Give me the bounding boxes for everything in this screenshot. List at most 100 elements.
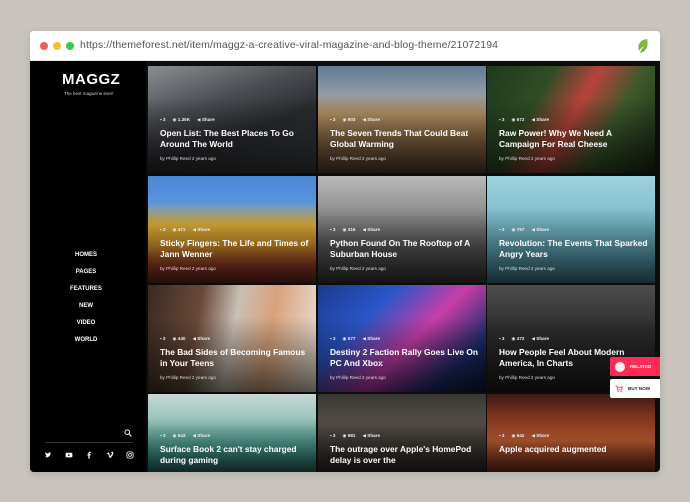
- facebook-icon[interactable]: [85, 451, 93, 459]
- share-link[interactable]: ◀ Share: [362, 336, 380, 342]
- site-logo[interactable]: MAGGZ: [62, 71, 120, 88]
- view-count: ◉ 1.35K: [172, 117, 191, 122]
- nav-item-world[interactable]: WORLD: [30, 332, 142, 349]
- post-byline: by Phillip Reed 2 years ago: [330, 375, 386, 380]
- view-count: ◉ 440: [172, 336, 186, 341]
- sidebar: MAGGZ The best magazine ever! HOMES PAGE…: [30, 61, 146, 472]
- post-card[interactable]: ▪ 3 ◉ 577 ◀ Share Destiny 2 Faction Rally G…: [318, 285, 486, 392]
- post-card[interactable]: ▪ 3 ◉ 672 ◀ Share Raw Power! Why We Need A …: [487, 66, 655, 173]
- post-meta: ▪ 3 ◉ 672 ◀ Share: [499, 117, 549, 123]
- comment-count: ▪ 3: [330, 433, 336, 438]
- comment-count: ▪ 3: [499, 433, 505, 438]
- post-meta: ▪ 3 ◉ 440 ◀ Share: [160, 336, 210, 342]
- twitter-icon[interactable]: [44, 451, 52, 459]
- post-card[interactable]: ▪ 3 ◉ 642 ◀ Share Apple acquired augmented: [487, 394, 655, 472]
- sidebar-divider: [45, 442, 133, 443]
- view-count: ◉ 543: [172, 433, 186, 438]
- comment-count: ▪ 3: [160, 336, 166, 341]
- website-page: MAGGZ The best magazine ever! HOMES PAGE…: [30, 61, 660, 472]
- maximize-window-button[interactable]: [66, 42, 74, 50]
- share-link[interactable]: ◀ Share: [531, 433, 549, 439]
- post-card[interactable]: ▪ 3 ◉ 903 ◀ Share The Seven Trends That Cou…: [318, 66, 486, 173]
- search-icon[interactable]: [124, 429, 132, 437]
- vimeo-icon[interactable]: [106, 451, 114, 459]
- view-count: ◉ 416: [342, 227, 356, 232]
- post-card[interactable]: ▪ 3 ◉ 543 ◀ Share Surface Book 2 can't stay…: [148, 394, 316, 472]
- post-meta: ▪ 3 ◉ 416 ◀ Share: [330, 227, 380, 233]
- share-link[interactable]: ◀ Share: [192, 433, 210, 439]
- post-card[interactable]: ▪ 3 ◉ 471 ◀ Share Sticky Fingers: The Life …: [148, 176, 316, 283]
- youtube-icon[interactable]: [65, 451, 73, 459]
- buy-now-button[interactable]: BUY NOW: [610, 379, 660, 398]
- comment-count: ▪ 3: [330, 227, 336, 232]
- share-link[interactable]: ◀ Share: [192, 336, 210, 342]
- post-title[interactable]: Destiny 2 Faction Rally Goes Live On PC …: [330, 347, 480, 369]
- post-byline: by Phillip Reed 2 years ago: [330, 266, 386, 271]
- post-meta: ▪ 3 ◉ 577 ◀ Share: [330, 336, 380, 342]
- post-meta: ▪ 3 ◉ 1.35K ◀ Share: [160, 117, 215, 123]
- post-title[interactable]: The Seven Trends That Could Beat Global …: [330, 128, 480, 150]
- post-byline: by Phillip Reed 2 years ago: [330, 156, 386, 161]
- comment-count: ▪ 3: [499, 336, 505, 341]
- comment-count: ▪ 3: [160, 117, 166, 122]
- browser-window: https://themeforest.net/item/maggz-a-cre…: [30, 31, 660, 472]
- post-card[interactable]: ▪ 3 ◉ 1.35K ◀ Share Open List: The Best Pla…: [148, 66, 316, 173]
- post-meta: ▪ 3 ◉ 903 ◀ Share: [330, 117, 380, 123]
- social-links: [44, 451, 134, 459]
- post-title[interactable]: Open List: The Best Places To Go Around …: [160, 128, 310, 150]
- post-card[interactable]: ▪ 3 ◉ 981 ◀ Share The outrage over Apple's …: [318, 394, 486, 472]
- comment-count: ▪ 3: [160, 227, 166, 232]
- minimize-window-button[interactable]: [53, 42, 61, 50]
- envato-leaf-icon: [638, 39, 648, 53]
- share-link[interactable]: ◀ Share: [197, 117, 215, 123]
- post-title[interactable]: Revolution: The Events That Sparked Angr…: [499, 238, 649, 260]
- share-link[interactable]: ◀ Share: [192, 227, 210, 233]
- comment-count: ▪ 3: [499, 227, 505, 232]
- post-card[interactable]: ▪ 3 ◉ 416 ◀ Share Python Found On The Rooft…: [318, 176, 486, 283]
- post-title[interactable]: The Bad Sides of Becoming Famous in Your…: [160, 347, 310, 369]
- close-window-button[interactable]: [40, 42, 48, 50]
- nav-item-pages[interactable]: PAGES: [30, 264, 142, 281]
- related-icon: [615, 361, 625, 372]
- share-link[interactable]: ◀ Share: [531, 336, 549, 342]
- nav-item-features[interactable]: FEATURES: [30, 281, 142, 298]
- share-link[interactable]: ◀ Share: [362, 433, 380, 439]
- instagram-icon[interactable]: [126, 451, 134, 459]
- comment-count: ▪ 3: [330, 336, 336, 341]
- nav-item-video[interactable]: VIDEO: [30, 315, 142, 332]
- nav-item-homes[interactable]: HOMES: [30, 247, 142, 264]
- post-meta: ▪ 3 ◉ 757 ◀ Share: [499, 227, 549, 233]
- post-title[interactable]: Sticky Fingers: The Life and Times of Ja…: [160, 238, 310, 260]
- post-byline: by Phillip Reed 2 years ago: [499, 375, 555, 380]
- site-tagline: The best magazine ever!: [64, 91, 114, 96]
- post-byline: by Phillip Reed 2 years ago: [160, 266, 216, 271]
- post-meta: ▪ 3 ◉ 981 ◀ Share: [330, 433, 380, 439]
- post-title[interactable]: Apple acquired augmented: [499, 444, 649, 455]
- post-title[interactable]: Surface Book 2 can't stay charged during…: [160, 444, 310, 466]
- view-count: ◉ 981: [342, 433, 356, 438]
- share-link[interactable]: ◀ Share: [531, 117, 549, 123]
- nav-item-new[interactable]: NEW: [30, 298, 142, 315]
- post-meta: ▪ 3 ◉ 472 ◀ Share: [499, 336, 549, 342]
- view-count: ◉ 757: [511, 227, 525, 232]
- share-link[interactable]: ◀ Share: [531, 227, 549, 233]
- post-title[interactable]: Python Found On The Rooftop of A Suburba…: [330, 238, 480, 260]
- post-card[interactable]: ▪ 3 ◉ 440 ◀ Share The Bad Sides of Becoming…: [148, 285, 316, 392]
- comment-count: ▪ 3: [160, 433, 166, 438]
- related-button[interactable]: RELATED: [610, 357, 660, 376]
- post-byline: by Phillip Reed 2 years ago: [499, 156, 555, 161]
- post-byline: by Phillip Reed 2 years ago: [160, 156, 216, 161]
- post-title[interactable]: Raw Power! Why We Need A Campaign For Re…: [499, 128, 649, 150]
- post-byline: by Phillip Reed 2 years ago: [499, 266, 555, 271]
- post-title[interactable]: The outrage over Apple's HomePod delay i…: [330, 444, 480, 466]
- share-link[interactable]: ◀ Share: [362, 117, 380, 123]
- post-byline: by Phillip Reed 2 years ago: [160, 375, 216, 380]
- share-link[interactable]: ◀ Share: [362, 227, 380, 233]
- view-count: ◉ 672: [511, 117, 525, 122]
- view-count: ◉ 642: [511, 433, 525, 438]
- view-count: ◉ 577: [342, 336, 356, 341]
- buy-now-label: BUY NOW: [628, 386, 651, 391]
- comment-count: ▪ 3: [330, 117, 336, 122]
- post-card[interactable]: ▪ 3 ◉ 757 ◀ Share Revolution: The Events Th…: [487, 176, 655, 283]
- address-bar[interactable]: https://themeforest.net/item/maggz-a-cre…: [80, 39, 498, 51]
